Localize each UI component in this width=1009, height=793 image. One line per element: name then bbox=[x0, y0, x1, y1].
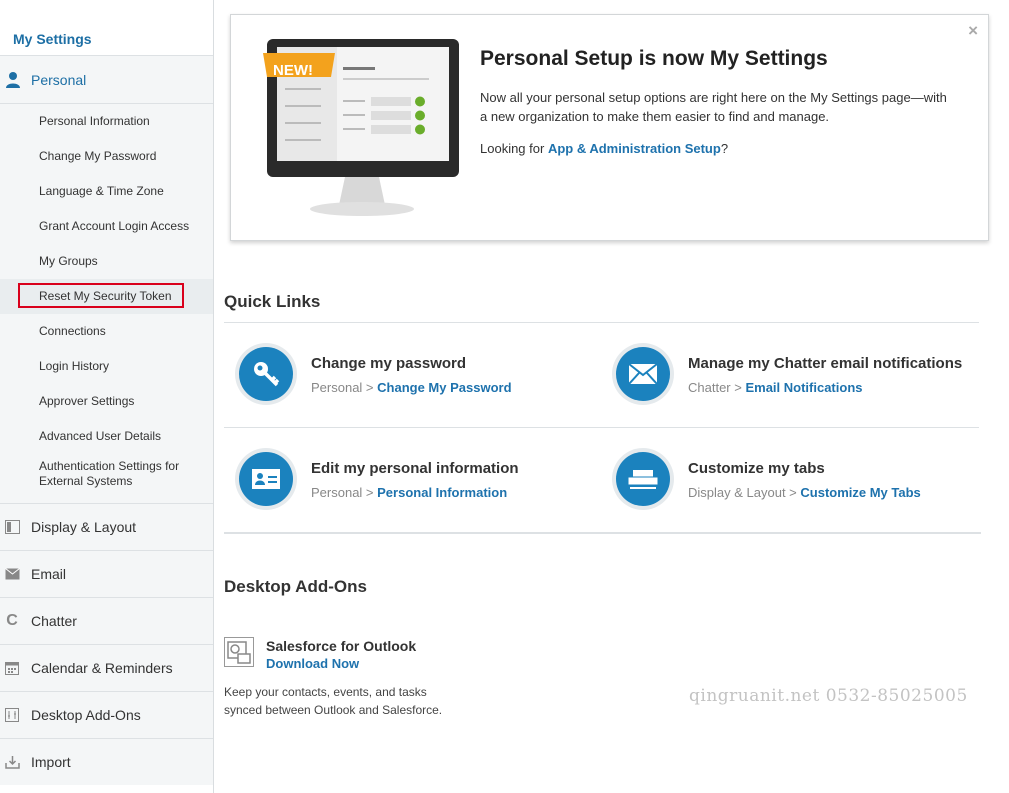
sidebar-item-chatter[interactable]: C Chatter bbox=[0, 597, 213, 644]
sidebar-title[interactable]: My Settings bbox=[0, 0, 213, 56]
sidebar-subitem-connections[interactable]: Connections bbox=[0, 314, 213, 349]
quick-link-icon-inner bbox=[616, 452, 670, 506]
divider bbox=[224, 322, 979, 323]
sidebar-item-calendar[interactable]: Calendar & Reminders bbox=[0, 644, 213, 691]
customize-my-tabs-link[interactable]: Customize My Tabs bbox=[800, 485, 920, 500]
announcement-banner: × NEW! Personal Setup is now My Settings… bbox=[230, 14, 989, 241]
email-notifications-link[interactable]: Email Notifications bbox=[745, 380, 862, 395]
quick-link-path: Display & Layout > Customize My Tabs bbox=[688, 485, 921, 500]
quick-link-icon-circle bbox=[235, 343, 297, 405]
sidebar-item-label: Calendar & Reminders bbox=[31, 660, 173, 676]
banner-looking-for: Looking for App & Administration Setup? bbox=[480, 141, 728, 156]
sidebar-item-personal[interactable]: Personal bbox=[0, 56, 213, 104]
chatter-icon: C bbox=[6, 612, 18, 629]
envelope-icon bbox=[628, 363, 658, 385]
quick-link-title[interactable]: Edit my personal information bbox=[311, 460, 519, 477]
sidebar-subitem-my-groups[interactable]: My Groups bbox=[0, 244, 213, 279]
quick-link-title[interactable]: Customize my tabs bbox=[688, 460, 825, 477]
sidebar-item-label: Desktop Add-Ons bbox=[31, 707, 141, 723]
calendar-icon bbox=[4, 660, 20, 676]
sidebar-item-import[interactable]: Import bbox=[0, 738, 213, 785]
divider bbox=[224, 427, 979, 428]
sidebar-item-label: Chatter bbox=[31, 613, 77, 629]
sidebar-item-label: Email bbox=[31, 566, 67, 582]
path-prefix: Display & Layout bbox=[688, 485, 786, 500]
sidebar-subitem-approver-settings[interactable]: Approver Settings bbox=[0, 384, 213, 419]
sidebar-subitem-advanced-user-details[interactable]: Advanced User Details bbox=[0, 419, 213, 454]
quick-link-personal-information[interactable]: Edit my personal information Personal > … bbox=[227, 448, 597, 514]
watermark-text: qingruanit.net 0532-85025005 bbox=[689, 686, 968, 706]
desktop-addons-title: Desktop Add-Ons bbox=[224, 577, 367, 596]
sidebar-subitem-personal-information[interactable]: Personal Information bbox=[0, 104, 213, 139]
sidebar-item-display-layout[interactable]: Display & Layout bbox=[0, 503, 213, 550]
close-icon[interactable]: × bbox=[968, 21, 978, 41]
path-separator: > bbox=[785, 485, 801, 500]
sidebar-item-desktop-addons[interactable]: Desktop Add-Ons bbox=[0, 691, 213, 738]
sidebar-subitem-language-time-zone[interactable]: Language & Time Zone bbox=[0, 174, 213, 209]
change-my-password-link[interactable]: Change My Password bbox=[377, 380, 511, 395]
quick-link-icon-inner bbox=[616, 347, 670, 401]
quick-link-icon-inner bbox=[239, 347, 293, 401]
sidebar-subitem-change-password[interactable]: Change My Password bbox=[0, 139, 213, 174]
looking-for-text: Looking for bbox=[480, 141, 545, 156]
quick-link-icon-circle bbox=[235, 448, 297, 510]
app-admin-setup-link[interactable]: App & Administration Setup bbox=[548, 141, 721, 156]
path-prefix: Chatter bbox=[688, 380, 731, 395]
sidebar-subitem-login-history[interactable]: Login History bbox=[0, 349, 213, 384]
tabs-icon bbox=[627, 470, 659, 489]
import-icon bbox=[4, 754, 20, 770]
path-separator: > bbox=[730, 380, 746, 395]
quick-link-icon-inner bbox=[239, 452, 293, 506]
addon-description: Keep your contacts, events, and tasks sy… bbox=[224, 685, 443, 717]
divider bbox=[224, 532, 981, 534]
quick-link-title[interactable]: Manage my Chatter email notifications bbox=[688, 355, 962, 372]
quick-links-title: Quick Links bbox=[224, 292, 321, 311]
highlight-box bbox=[18, 283, 184, 308]
key-icon bbox=[254, 362, 280, 387]
quick-link-customize-tabs[interactable]: Customize my tabs Display & Layout > Cus… bbox=[604, 448, 974, 514]
quick-link-title[interactable]: Change my password bbox=[311, 355, 466, 372]
id-card-icon bbox=[252, 469, 280, 489]
path-separator: > bbox=[362, 380, 378, 395]
quick-link-path: Personal > Change My Password bbox=[311, 380, 512, 395]
person-icon bbox=[4, 71, 22, 89]
sidebar-item-email[interactable]: Email bbox=[0, 550, 213, 597]
question-mark: ? bbox=[720, 141, 729, 156]
layout-icon bbox=[4, 519, 20, 535]
banner-title: Personal Setup is now My Settings bbox=[480, 47, 828, 70]
quick-link-chatter-email[interactable]: Manage my Chatter email notifications Ch… bbox=[604, 343, 974, 409]
personal-submenu: Personal Information Change My Password … bbox=[0, 104, 213, 503]
sidebar-item-label: Import bbox=[31, 754, 71, 770]
banner-description: Now all your personal setup options are … bbox=[480, 90, 947, 124]
quick-link-path: Chatter > Email Notifications bbox=[688, 380, 863, 395]
quick-link-icon-circle bbox=[612, 448, 674, 510]
new-badge: NEW! bbox=[273, 62, 313, 79]
quick-link-change-password[interactable]: Change my password Personal > Change My … bbox=[227, 343, 597, 409]
addon-name: Salesforce for Outlook bbox=[266, 638, 417, 654]
quick-link-icon-circle bbox=[612, 343, 674, 405]
path-prefix: Personal bbox=[311, 485, 363, 500]
outlook-addon-icon bbox=[224, 637, 254, 667]
quick-link-path: Personal > Personal Information bbox=[311, 485, 507, 500]
path-prefix: Personal bbox=[311, 380, 363, 395]
sidebar-item-label: Display & Layout bbox=[31, 519, 137, 535]
sidebar-subitem-reset-security-token[interactable]: Reset My Security Token bbox=[0, 279, 213, 314]
personal-information-link[interactable]: Personal Information bbox=[377, 485, 507, 500]
sidebar: My Settings Personal Personal Informatio… bbox=[0, 0, 214, 793]
path-separator: > bbox=[362, 485, 378, 500]
sidebar-subitem-auth-settings[interactable]: Authentication Settings for External Sys… bbox=[0, 454, 213, 499]
desktop-addons-icon bbox=[4, 707, 20, 723]
sidebar-item-label: Personal bbox=[31, 71, 87, 88]
sidebar-subitem-grant-login-access[interactable]: Grant Account Login Access bbox=[0, 209, 213, 244]
email-icon bbox=[4, 566, 20, 582]
download-now-link[interactable]: Download Now bbox=[266, 656, 359, 671]
